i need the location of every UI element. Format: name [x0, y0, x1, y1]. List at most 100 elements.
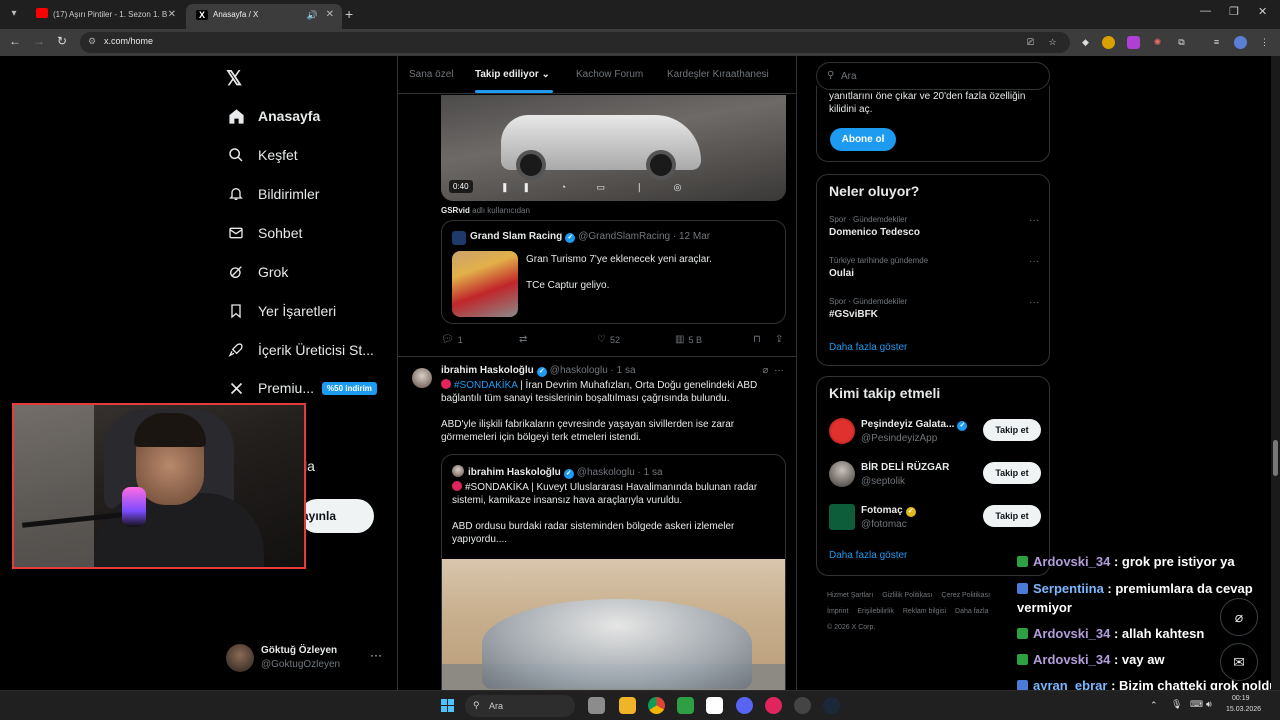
follow-button[interactable]: Takip et — [983, 419, 1041, 441]
nav-item-home[interactable]: Anasayfa — [226, 104, 320, 128]
tab-kardesler-kiraathanesi[interactable]: Kardeşler Kıraathanesi — [667, 69, 769, 80]
close-window-button[interactable]: ✕ — [1258, 5, 1267, 18]
back-arrow-icon[interactable]: ← — [9, 34, 21, 48]
site-info-icon[interactable]: ⚙ — [88, 36, 96, 47]
app-icon-green[interactable] — [677, 697, 694, 714]
more-dots-icon[interactable]: ··· — [1029, 297, 1039, 308]
post-button[interactable]: ayınla — [300, 499, 374, 533]
footer-link[interactable]: İmprint — [827, 608, 848, 615]
x-logo-icon[interactable]: 𝕏 — [226, 66, 242, 91]
forward-arrow-icon[interactable]: → — [33, 34, 45, 48]
footer-link[interactable]: Reklam bilgisi — [903, 608, 946, 615]
menu-dots-icon[interactable]: ⋮ — [1258, 36, 1271, 49]
video-controls[interactable]: ❚❚ ◔ ▭ ❘ ◎ — [501, 182, 695, 193]
browser-tab-x[interactable]: X Anasayfa / X 🔊 ✕ — [186, 4, 342, 29]
scrollbar-thumb[interactable] — [1273, 440, 1278, 476]
tray-chevron-icon[interactable]: ⌃ — [1150, 700, 1158, 711]
source-user[interactable]: GSRvid — [441, 206, 470, 215]
follow-suggestion[interactable]: Fotomaç ✓ @fotomac Takip et — [829, 502, 1041, 532]
nav-item-creator-studio[interactable]: İçerik Üreticisi St... — [226, 338, 374, 362]
nav-item-premium[interactable]: Premiu... %50 indirim — [226, 376, 377, 400]
footer-link[interactable]: Gizlilik Politikası — [882, 592, 932, 599]
video-player[interactable]: 0:40 ❚❚ ◔ ▭ ❘ ◎ — [441, 95, 786, 201]
chrome-icon[interactable] — [648, 697, 665, 714]
follow-suggestion[interactable]: BİR DELİ RÜZGAR @septolik Takip et — [829, 459, 1041, 489]
follow-suggestion[interactable]: Peşindeyiz Galata... ✓ @PesindeyizApp Tak… — [829, 416, 1041, 446]
clock-date[interactable]: 15.03.2026 — [1226, 706, 1261, 713]
quoted-image[interactable] — [442, 559, 785, 690]
close-icon[interactable]: ✕ — [168, 4, 176, 26]
more-dots-icon[interactable]: ··· — [1029, 215, 1039, 226]
taskview-icon[interactable] — [588, 697, 605, 714]
taskbar-search[interactable]: ⚲ Ara — [465, 695, 575, 717]
trend-item[interactable]: Türkiye tarihinde gündemde Oulai ··· — [829, 256, 1039, 279]
reading-list-icon[interactable]: ≡ — [1210, 36, 1223, 49]
quoted-image[interactable] — [452, 251, 518, 317]
steam-icon[interactable] — [823, 697, 840, 714]
quoted-post[interactable]: Grand Slam Racing ✓ @GrandSlamRacing · 12 … — [441, 220, 786, 324]
obs-icon[interactable] — [794, 697, 811, 714]
like-button[interactable]: ♡ 52 — [597, 334, 620, 345]
clock-time[interactable]: 00:19 — [1232, 695, 1250, 702]
file-explorer-icon[interactable] — [619, 697, 636, 714]
media-player-icon[interactable] — [765, 697, 782, 714]
star-icon[interactable]: ☆ — [1046, 36, 1059, 49]
account-switcher[interactable]: Göktuğ Özleyen @GoktugOzleyen ··· — [226, 642, 386, 674]
quoted-post[interactable]: ibrahim Haskoloğlu ✓ @haskologlu · 1 sa #S… — [441, 454, 786, 690]
reload-icon[interactable]: ↻ — [57, 34, 67, 48]
grok-icon[interactable]: ⌀ — [762, 365, 768, 376]
more-dots-icon[interactable]: ··· — [1029, 256, 1039, 267]
nav-item-grok[interactable]: Grok — [226, 260, 288, 284]
subscribe-button[interactable]: Abone ol — [830, 128, 896, 151]
puzzle-icon[interactable]: ⧉ — [1175, 36, 1188, 49]
network-icon[interactable]: ⌨ — [1190, 699, 1203, 710]
windows-start-icon[interactable] — [441, 699, 455, 713]
page-scrollbar[interactable] — [1271, 56, 1280, 690]
extension-icon-4[interactable]: ✺ — [1151, 36, 1164, 49]
footer-link[interactable]: Hizmet Şartları — [827, 592, 873, 599]
more-dots-icon[interactable]: ··· — [370, 648, 382, 662]
profile-avatar-icon[interactable] — [1234, 36, 1247, 49]
extension-icon-2[interactable] — [1102, 36, 1115, 49]
trend-item[interactable]: Spor · Gündemdekiler Domenico Tedesco ··… — [829, 215, 1039, 238]
new-tab-button[interactable]: + — [345, 6, 353, 22]
extension-icon-3[interactable] — [1127, 36, 1140, 49]
speaker-icon[interactable]: 🔊 — [307, 4, 318, 26]
reply-button[interactable]: 💬︎ 1 — [441, 334, 463, 345]
author-name[interactable]: ibrahim Haskoloğlu — [441, 365, 534, 376]
trend-item[interactable]: Spor · Gündemdekiler #GSviBFK ··· — [829, 297, 1039, 320]
close-icon[interactable]: ✕ — [326, 4, 334, 26]
grok-floating-button[interactable]: ⌀ — [1220, 598, 1258, 636]
address-bar[interactable]: ⚙ x.com/home — [80, 32, 1070, 53]
tab-following[interactable]: Takip ediliyor ⌄ — [475, 69, 550, 80]
tab-for-you[interactable]: Sana özel — [409, 69, 453, 80]
volume-icon[interactable]: 🔊︎ — [1206, 699, 1212, 710]
footer-link[interactable]: Erişilebilirlik — [857, 608, 894, 615]
footer-link[interactable]: Çerez Politikası — [941, 592, 990, 599]
browser-tab-youtube[interactable]: (17) Aşırı Pintiler - 1. Sezon 1. B ✕ — [26, 4, 184, 29]
nav-item-messages[interactable]: Sohbet — [226, 221, 302, 245]
avatar[interactable] — [412, 368, 432, 388]
nav-item-notifications[interactable]: Bildirimler — [226, 182, 319, 206]
bookmark-button[interactable]: ⊓ — [753, 334, 765, 345]
follow-button[interactable]: Takip et — [983, 505, 1041, 527]
minimize-button[interactable]: — — [1200, 5, 1211, 17]
footer-link[interactable]: Daha fazla — [955, 608, 988, 615]
hashtag-link[interactable]: #SONDAKİKA — [454, 380, 517, 391]
show-more-link[interactable]: Daha fazla göster — [829, 550, 907, 561]
microphone-icon[interactable]: 🎙︎ — [1171, 699, 1182, 710]
tradingview-icon[interactable] — [706, 697, 723, 714]
nav-item-explore[interactable]: Keşfet — [226, 143, 298, 167]
cast-icon[interactable]: ⎚ — [1024, 36, 1037, 49]
more-dots-icon[interactable]: ··· — [774, 365, 784, 376]
home-timeline[interactable]: Sana özel Takip ediliyor ⌄ Kachow Forum … — [397, 56, 797, 690]
share-button[interactable]: ⇪ — [775, 334, 787, 345]
discord-icon[interactable] — [736, 697, 753, 714]
tab-kachow-forum[interactable]: Kachow Forum — [576, 69, 643, 80]
views-button[interactable]: ▥ 5 B — [675, 334, 702, 345]
extension-icon-1[interactable]: ◆ — [1079, 36, 1092, 49]
follow-button[interactable]: Takip et — [983, 462, 1041, 484]
messages-floating-button[interactable]: ✉ — [1220, 643, 1258, 681]
tab-search-button[interactable]: ▾ — [6, 5, 22, 23]
nav-item-bookmarks[interactable]: Yer İşaretleri — [226, 299, 336, 323]
